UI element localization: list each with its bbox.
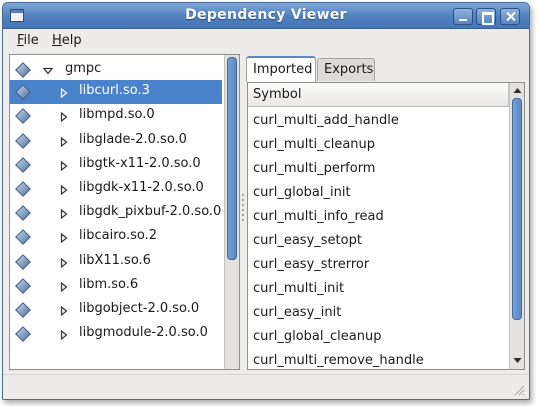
tree-node-label: libcurl.so.3	[79, 83, 150, 99]
tree-node-label: libm.so.6	[79, 276, 139, 292]
symbol-row[interactable]: curl_easy_setopt	[248, 229, 509, 253]
tree-node-label: libgtk-x11-2.0.so.0	[79, 155, 201, 171]
library-icon	[15, 156, 31, 173]
library-icon	[15, 132, 31, 149]
tree-node-label: libgdk_pixbuf-2.0.so.0	[79, 204, 222, 220]
expander-closed-icon[interactable]	[59, 329, 69, 341]
library-icon	[15, 302, 31, 318]
symbol-row[interactable]: curl_global_cleanup	[248, 325, 509, 349]
tree-scrollbar-thumb[interactable]	[227, 57, 237, 260]
symbol-column-header-label: Symbol	[253, 87, 302, 102]
tree-node-label: libmpd.so.0	[79, 107, 155, 123]
tree-node-child[interactable]: libmpd.so.0	[10, 104, 222, 128]
expander-closed-icon[interactable]	[59, 136, 69, 147]
expander-closed-icon[interactable]	[59, 232, 69, 244]
library-icon	[15, 205, 31, 222]
dependency-tree[interactable]: gmpc libcurl.so.3 libmpd.so.0 libglade-2.0.…	[9, 54, 240, 370]
library-icon	[15, 181, 31, 197]
symbol-row[interactable]: curl_multi_add_handle	[248, 109, 509, 133]
library-icon	[15, 62, 31, 78]
tree-node-child[interactable]: libm.so.6	[10, 274, 222, 298]
tab-strip: Imported Exports	[246, 56, 526, 82]
symbol-scrollbar[interactable]	[509, 83, 524, 369]
title-bar[interactable]: Dependency Viewer	[3, 3, 529, 29]
symbol-row[interactable]: curl_multi_cleanup	[248, 133, 509, 157]
expander-closed-icon[interactable]	[59, 160, 69, 172]
symbol-scrollbar-thumb[interactable]	[512, 98, 522, 320]
tree-node-label: libglade-2.0.so.0	[79, 131, 187, 147]
symbol-name: curl_easy_setopt	[253, 233, 362, 248]
expander-closed-icon[interactable]	[59, 305, 69, 317]
symbol-row[interactable]: curl_easy_strerror	[248, 253, 509, 277]
expander-closed-icon[interactable]	[59, 281, 69, 293]
menu-file[interactable]: File	[17, 33, 39, 48]
library-icon	[15, 253, 31, 270]
expander-closed-icon[interactable]	[59, 184, 69, 196]
symbol-name: curl_easy_init	[253, 305, 342, 320]
symbol-row[interactable]: curl_multi_remove_handle	[248, 349, 509, 369]
menu-help[interactable]: Help	[52, 33, 82, 48]
expander-closed-icon[interactable]	[59, 208, 69, 220]
symbol-name: curl_multi_add_handle	[253, 113, 399, 128]
tab-exports[interactable]: Exports	[317, 58, 375, 81]
library-icon	[15, 326, 31, 343]
pane-splitter[interactable]	[241, 54, 245, 370]
menu-bar: File Help	[3, 30, 529, 52]
tree-node-child[interactable]: libcurl.so.3	[10, 80, 222, 105]
expander-closed-icon[interactable]	[59, 87, 69, 99]
tree-node-label: libgmodule-2.0.so.0	[79, 325, 208, 341]
tree-node-child[interactable]: libcairo.so.2	[10, 225, 222, 249]
tab-imported[interactable]: Imported	[246, 56, 316, 82]
library-icon	[15, 277, 31, 294]
resize-grip-icon[interactable]	[513, 384, 525, 396]
symbol-row[interactable]: curl_global_init	[248, 181, 509, 205]
symbol-list[interactable]: Symbol curl_multi_add_handle curl_multi_c…	[247, 82, 525, 370]
close-button[interactable]	[500, 8, 520, 25]
symbol-name: curl_multi_perform	[253, 161, 376, 176]
expander-open-icon[interactable]	[42, 65, 54, 75]
tree-node-child[interactable]: libglade-2.0.so.0	[10, 129, 222, 153]
app-window: Dependency Viewer File Help gmpc libcurl.…	[2, 2, 530, 400]
scroll-down-arrow-icon[interactable]	[512, 354, 523, 366]
tree-node-child[interactable]: libgdk-x11-2.0.so.0	[10, 177, 222, 201]
maximize-button[interactable]	[476, 8, 496, 25]
symbol-name: curl_multi_cleanup	[253, 137, 376, 152]
tree-node-label: libcairo.so.2	[79, 228, 158, 244]
symbol-name: curl_multi_init	[253, 281, 345, 296]
tree-node-label: libgobject-2.0.so.0	[79, 301, 200, 316]
symbol-name: curl_global_cleanup	[253, 329, 382, 344]
library-icon	[15, 229, 31, 246]
tree-node-label: gmpc	[65, 61, 102, 76]
symbol-name: curl_multi_remove_handle	[253, 353, 424, 368]
symbol-name: curl_easy_strerror	[253, 257, 370, 272]
symbol-row[interactable]: curl_easy_init	[248, 301, 509, 325]
symbol-row[interactable]: curl_multi_perform	[248, 157, 509, 181]
scroll-up-arrow-icon[interactable]	[512, 85, 523, 97]
window-title: Dependency Viewer	[185, 7, 347, 23]
library-icon	[15, 84, 31, 101]
symbol-column-header[interactable]: Symbol	[248, 83, 509, 107]
tree-node-child[interactable]: libgdk_pixbuf-2.0.so.0	[10, 201, 222, 225]
tree-node-child[interactable]: libgtk-x11-2.0.so.0	[10, 153, 222, 177]
library-icon	[15, 108, 31, 125]
tree-node-child[interactable]: libgobject-2.0.so.0	[10, 298, 222, 322]
symbol-row[interactable]: curl_multi_info_read	[248, 205, 509, 229]
tree-node-child[interactable]: libgmodule-2.0.so.0	[10, 322, 222, 346]
symbol-name: curl_multi_info_read	[253, 209, 384, 224]
status-bar	[3, 374, 529, 399]
tree-scrollbar[interactable]	[224, 55, 239, 369]
tree-node-child[interactable]: libX11.so.6	[10, 250, 222, 274]
expander-closed-icon[interactable]	[59, 257, 69, 268]
tree-node-label: libX11.so.6	[79, 252, 151, 268]
symbol-row[interactable]: curl_multi_init	[248, 277, 509, 301]
tree-node-label: libgdk-x11-2.0.so.0	[79, 180, 204, 195]
minimize-button[interactable]	[453, 8, 473, 25]
symbol-name: curl_global_init	[253, 185, 351, 200]
expander-closed-icon[interactable]	[59, 111, 69, 123]
